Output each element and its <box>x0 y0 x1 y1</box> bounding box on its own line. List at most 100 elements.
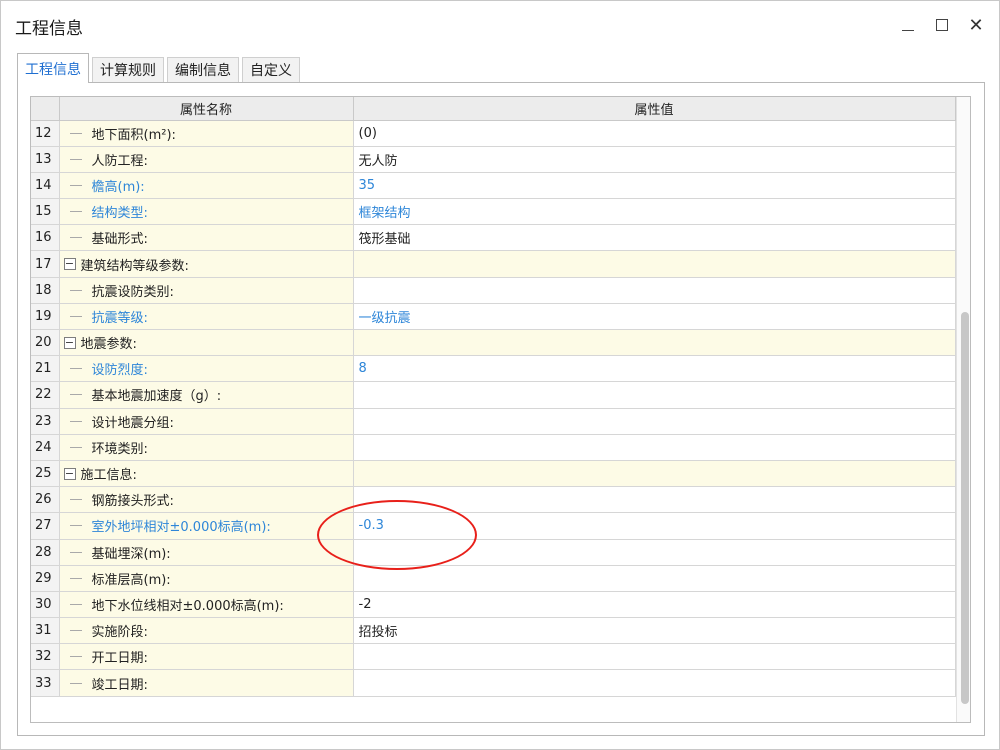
tree-connector <box>69 158 82 160</box>
property-name-cell: 基础埋深(m): <box>59 539 354 566</box>
property-value-cell[interactable] <box>353 277 956 304</box>
tree-connector <box>69 682 82 684</box>
collapse-minus-icon[interactable]: − <box>63 467 76 480</box>
property-value-cell[interactable] <box>353 434 956 461</box>
vertical-scrollbar[interactable] <box>956 97 970 722</box>
table-row[interactable]: 32 开工日期: <box>31 643 956 671</box>
property-value-cell[interactable]: 35 <box>353 172 956 200</box>
property-name-cell: 设防烈度: <box>59 355 354 383</box>
property-value-cell[interactable] <box>353 408 956 435</box>
property-value-cell[interactable]: (0) <box>353 120 956 147</box>
property-value-cell[interactable] <box>353 565 956 592</box>
close-button[interactable]: ✕ <box>959 9 993 41</box>
table-row[interactable]: 12 地下面积(m²): (0) <box>31 120 956 147</box>
table-row[interactable]: 23 设计地震分组: <box>31 408 956 435</box>
scrollbar-thumb[interactable] <box>961 312 969 704</box>
table-row[interactable]: 14 檐高(m): 35 <box>31 172 956 200</box>
property-value-cell[interactable]: 框架结构 <box>353 198 956 226</box>
row-number: 25 <box>31 460 60 488</box>
property-value-cell[interactable]: -0.3 <box>353 512 956 540</box>
property-value-cell[interactable] <box>353 250 956 278</box>
table-row[interactable]: 33 竣工日期: <box>31 669 956 697</box>
row-number: 26 <box>31 486 60 514</box>
table-row[interactable]: 19 抗震等级: 一级抗震 <box>31 303 956 331</box>
property-value-cell[interactable] <box>353 381 956 409</box>
property-value-cell[interactable]: 筏形基础 <box>353 224 956 252</box>
minimize-button[interactable] <box>891 9 925 41</box>
row-number: 13 <box>31 146 60 173</box>
property-value-cell[interactable] <box>353 643 956 671</box>
property-value-cell[interactable]: 无人防 <box>353 146 956 173</box>
property-name-cell: − 施工信息: <box>59 460 354 488</box>
row-number: 15 <box>31 198 60 226</box>
tree-connector <box>69 499 82 501</box>
property-name-cell: 开工日期: <box>59 643 354 671</box>
maximize-button[interactable] <box>925 9 959 41</box>
table-row[interactable]: 15 结构类型: 框架结构 <box>31 198 956 226</box>
row-number: 30 <box>31 591 60 619</box>
property-name-cell: 地下面积(m²): <box>59 120 354 147</box>
tree-connector <box>69 211 82 213</box>
project-info-window: 工程信息 ✕ 工程信息 计算规则 编制信息 自定义 属性名称 属性值 12 地下… <box>0 0 1000 750</box>
table-row[interactable]: 17− 建筑结构等级参数: <box>31 250 956 278</box>
row-number: 20 <box>31 329 60 357</box>
tab-2[interactable]: 编制信息 <box>167 57 239 82</box>
table-row[interactable]: 26 钢筋接头形式: <box>31 486 956 514</box>
table-row[interactable]: 24 环境类别: <box>31 434 956 461</box>
collapse-minus-icon[interactable]: − <box>63 336 76 349</box>
property-name: 设防烈度: <box>91 363 148 379</box>
property-name: 设计地震分组: <box>91 415 174 431</box>
table-row[interactable]: 18 抗震设防类别: <box>31 277 956 304</box>
property-name-cell: 抗震等级: <box>59 303 354 331</box>
table-row[interactable]: 21 设防烈度: 8 <box>31 355 956 383</box>
property-value-cell[interactable]: -2 <box>353 591 956 619</box>
property-name-cell: 环境类别: <box>59 434 354 461</box>
property-value-cell[interactable] <box>353 539 956 566</box>
property-name-cell: − 地震参数: <box>59 329 354 357</box>
property-value-cell[interactable]: 招投标 <box>353 617 956 645</box>
property-name-cell: 基础形式: <box>59 224 354 252</box>
column-header-name[interactable]: 属性名称 <box>59 97 354 121</box>
tree-connector <box>69 184 82 186</box>
table-header-row: 属性名称 属性值 <box>31 97 956 121</box>
maximize-icon <box>936 19 948 31</box>
row-number: 23 <box>31 408 60 435</box>
tab-3[interactable]: 自定义 <box>242 57 300 82</box>
tab-1[interactable]: 计算规则 <box>92 57 164 82</box>
property-name: 结构类型: <box>91 206 148 222</box>
row-number: 28 <box>31 539 60 566</box>
table-row[interactable]: 29 标准层高(m): <box>31 565 956 592</box>
column-header-value[interactable]: 属性值 <box>353 97 956 121</box>
property-name-cell: 竣工日期: <box>59 669 354 697</box>
table-row[interactable]: 16 基础形式: 筏形基础 <box>31 224 956 252</box>
property-value-cell[interactable] <box>353 329 956 357</box>
table-row[interactable]: 31 实施阶段: 招投标 <box>31 617 956 645</box>
table-row[interactable]: 20− 地震参数: <box>31 329 956 357</box>
table-row[interactable]: 22 基本地震加速度（g）: <box>31 381 956 409</box>
property-name: 钢筋接头形式: <box>91 494 174 510</box>
collapse-minus-icon[interactable]: − <box>63 258 76 271</box>
row-number: 31 <box>31 617 60 645</box>
row-number: 29 <box>31 565 60 592</box>
property-value-cell[interactable]: 一级抗震 <box>353 303 956 331</box>
tab-bar: 工程信息 计算规则 编制信息 自定义 <box>17 53 303 83</box>
table-row[interactable]: 25− 施工信息: <box>31 460 956 488</box>
table-row[interactable]: 13 人防工程: 无人防 <box>31 146 956 173</box>
row-number: 33 <box>31 669 60 697</box>
property-value-cell[interactable] <box>353 460 956 488</box>
property-value-cell[interactable] <box>353 669 956 697</box>
property-name: 基础形式: <box>91 232 148 248</box>
table-row[interactable]: 30 地下水位线相对±0.000标高(m): -2 <box>31 591 956 619</box>
property-name-cell: − 建筑结构等级参数: <box>59 250 354 278</box>
tab-0[interactable]: 工程信息 <box>17 53 89 83</box>
table-row[interactable]: 27 室外地坪相对±0.000标高(m): -0.3 <box>31 512 956 540</box>
close-icon: ✕ <box>968 14 984 36</box>
property-name-cell: 钢筋接头形式: <box>59 486 354 514</box>
table-row[interactable]: 28 基础埋深(m): <box>31 539 956 566</box>
tree-connector <box>69 656 82 658</box>
property-name-cell: 设计地震分组: <box>59 408 354 435</box>
property-value-cell[interactable] <box>353 486 956 514</box>
property-name: 建筑结构等级参数: <box>80 258 189 274</box>
property-name: 基本地震加速度（g）: <box>91 389 222 405</box>
property-value-cell[interactable]: 8 <box>353 355 956 383</box>
